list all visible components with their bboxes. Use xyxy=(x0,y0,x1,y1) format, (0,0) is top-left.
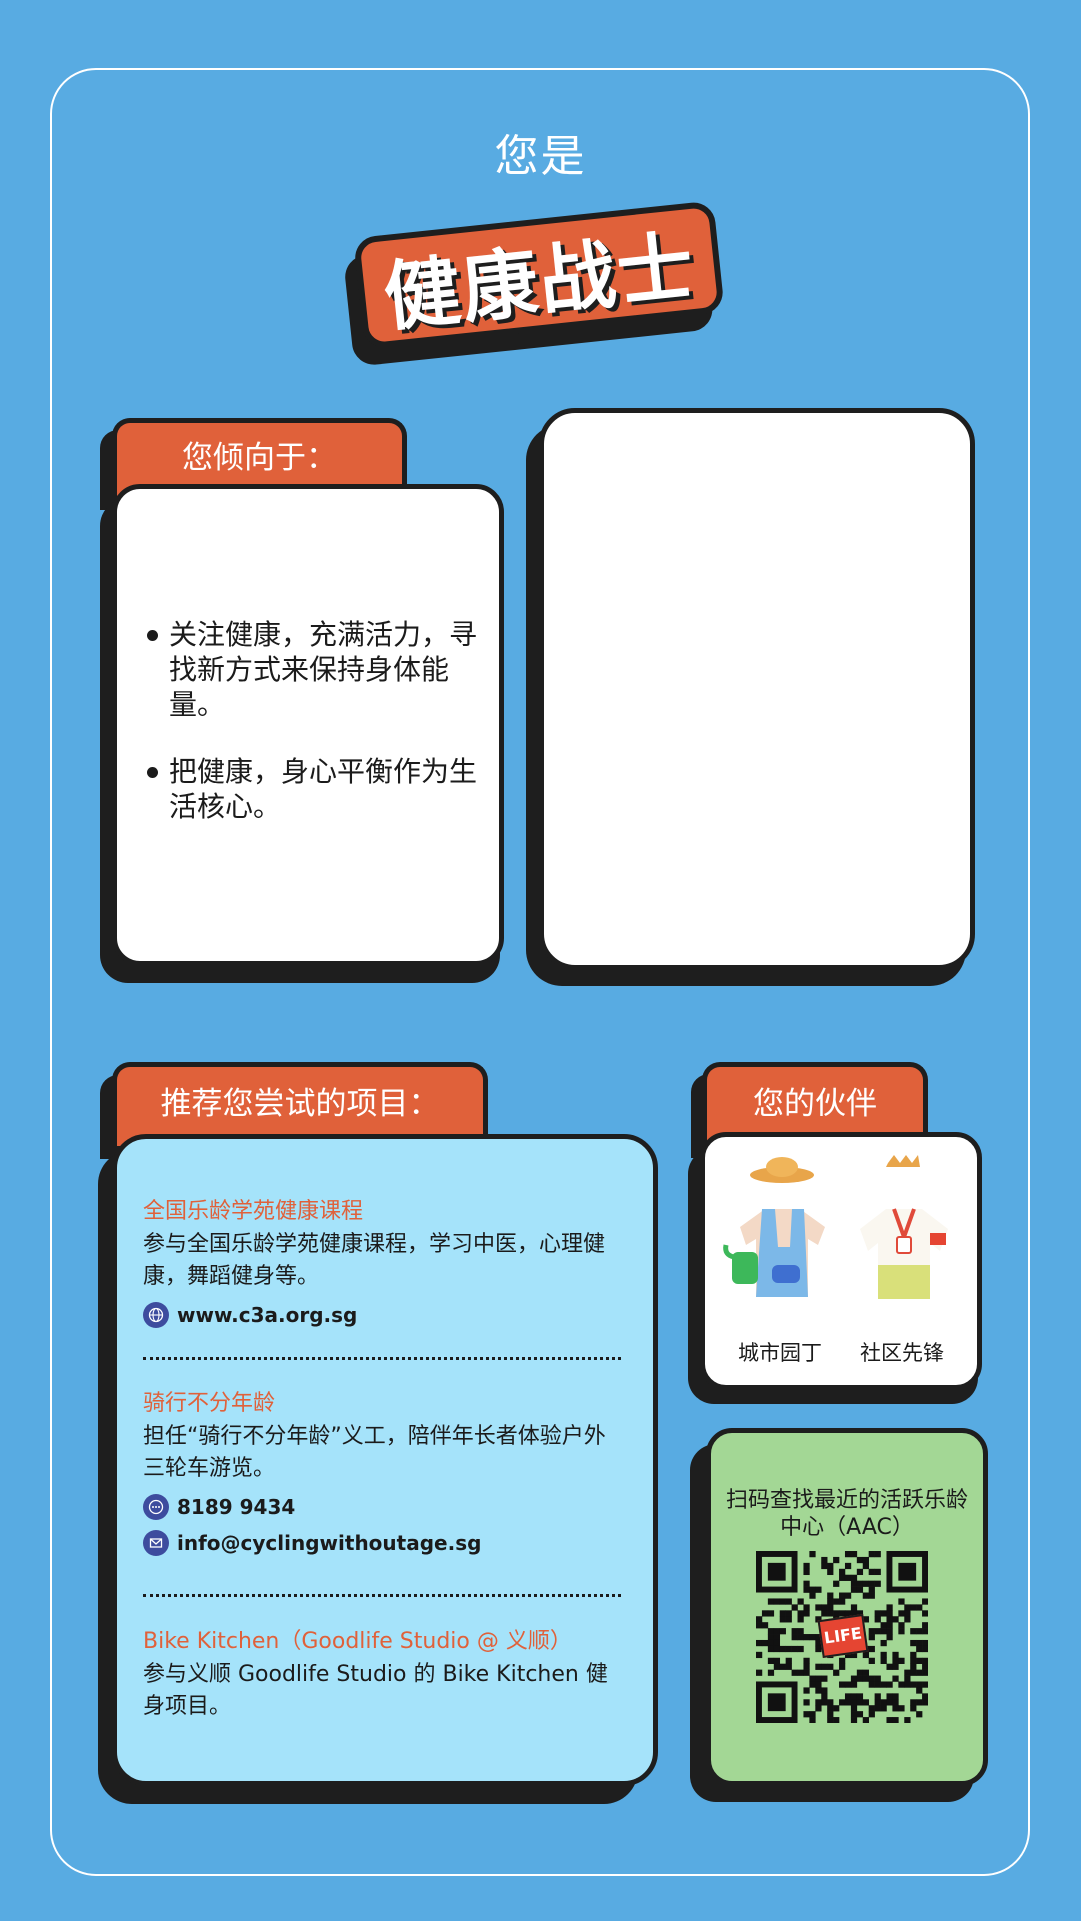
program-desc: 参与义顺 Goodlife Studio 的 Bike Kitchen 健身项目… xyxy=(143,1662,608,1719)
program-title: Bike Kitchen（Goodlife Studio @ 义顺） xyxy=(143,1629,572,1654)
life-logo: LIFE xyxy=(817,1613,869,1659)
program-desc: 担任“骑行不分年龄”义工，陪伴年长者体验户外三轮车游览。 xyxy=(143,1424,606,1481)
mail-icon xyxy=(143,1530,169,1556)
partner-label: 社区先锋 xyxy=(860,1341,944,1365)
program-title: 骑行不分年龄 xyxy=(143,1391,276,1416)
program-item: 全国乐龄学苑健康课程 参与全国乐龄学苑健康课程，学习中医，心理健康，舞蹈健身等。… xyxy=(143,1197,623,1329)
gardener-outfit-icon xyxy=(723,1157,825,1297)
subtitle: 您是 xyxy=(494,131,587,182)
divider xyxy=(143,1594,621,1598)
trait-item: 把健康，身心平衡作为生活核心。 xyxy=(147,754,477,824)
phone-link[interactable]: 8189 9434 xyxy=(143,1493,623,1521)
divider xyxy=(143,1357,621,1361)
partner-label: 城市园丁 xyxy=(738,1341,822,1365)
partner-gardener: 城市园丁 xyxy=(720,1147,840,1365)
partner-volunteer: 社区先锋 xyxy=(842,1147,962,1365)
partners-card: 城市园丁 社区先锋 xyxy=(700,1132,982,1390)
qr-code[interactable]: LIFE xyxy=(756,1551,929,1724)
scan-text: 扫码查找最近的活跃乐龄中心（AAC） xyxy=(725,1488,968,1540)
program-item: 骑行不分年龄 担任“骑行不分年龄”义工，陪伴年长者体验户外三轮车游览。 8189… xyxy=(143,1389,623,1557)
globe-icon xyxy=(143,1302,169,1328)
scan-card: 扫码查找最近的活跃乐龄中心（AAC） LIFE xyxy=(706,1428,988,1786)
traits-list: 关注健康，充满活力，寻找新方式来保持身体能量。 把健康，身心平衡作为生活核心。 xyxy=(147,617,477,856)
website-link[interactable]: www.c3a.org.sg xyxy=(143,1301,623,1329)
volunteer-outfit-icon xyxy=(860,1155,948,1299)
traits-card: 关注健康，充满活力，寻找新方式来保持身体能量。 把健康，身心平衡作为生活核心。 xyxy=(112,484,504,966)
phone-chat-icon xyxy=(143,1494,169,1520)
program-desc: 参与全国乐龄学苑健康课程，学习中医，心理健康，舞蹈健身等。 xyxy=(143,1232,606,1289)
program-title: 全国乐龄学苑健康课程 xyxy=(143,1199,364,1224)
trait-item: 关注健康，充满活力，寻找新方式来保持身体能量。 xyxy=(147,617,477,722)
email-link[interactable]: info@cyclingwithoutage.sg xyxy=(143,1529,623,1557)
program-item: Bike Kitchen（Goodlife Studio @ 义顺） 参与义顺 … xyxy=(143,1627,623,1723)
recommend-card: 全国乐龄学苑健康课程 参与全国乐龄学苑健康课程，学习中医，心理健康，舞蹈健身等。… xyxy=(112,1134,658,1786)
image-card xyxy=(539,408,975,970)
